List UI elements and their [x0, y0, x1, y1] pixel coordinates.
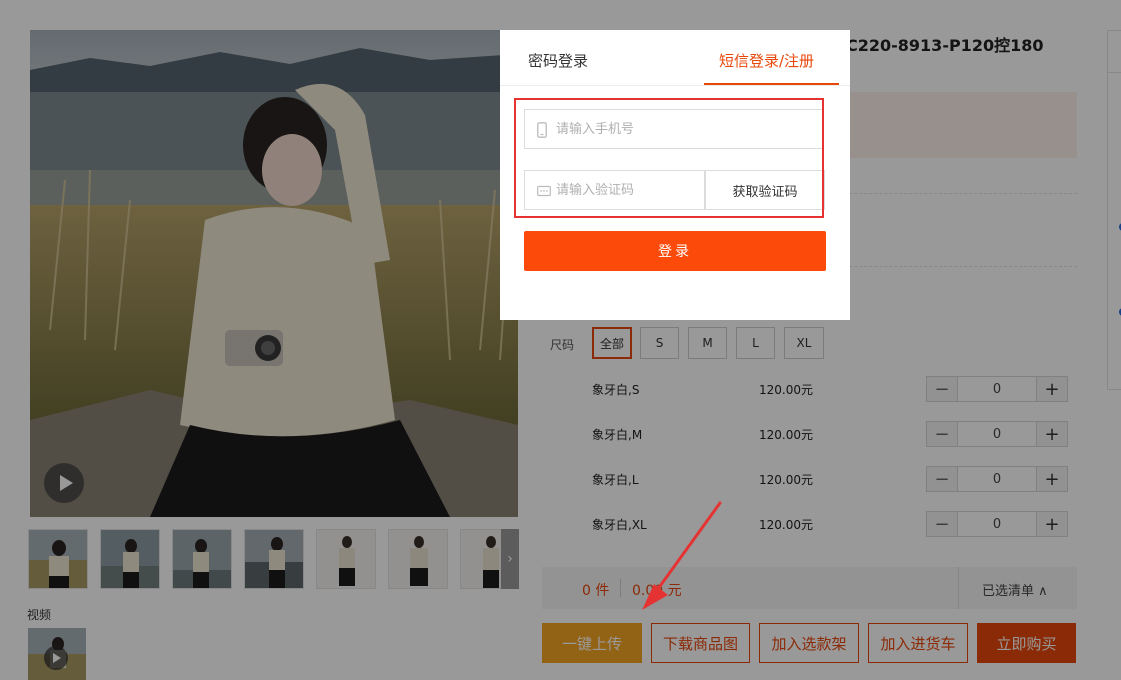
product-page: › 视频 C220-8913-P120控180 尺码 全部 S M L XL 象… — [0, 0, 1121, 680]
annotation-arrow — [642, 501, 722, 610]
